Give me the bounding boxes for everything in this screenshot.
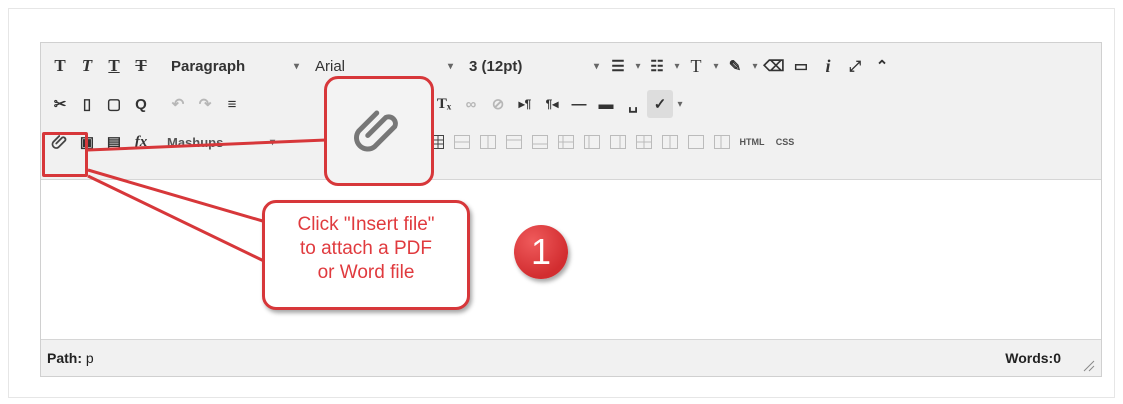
mashups-label: Mashups [167, 134, 224, 150]
eraser-icon[interactable]: ⌫ [761, 52, 787, 80]
path-label: Path: [47, 350, 82, 366]
insert-media-icon[interactable]: ▤ [101, 128, 127, 156]
font-size-select[interactable]: 3 (12pt) ▾ [463, 52, 605, 80]
subscript-icon[interactable]: Tₓ [431, 90, 457, 118]
resize-grip-icon[interactable] [1081, 358, 1095, 372]
toolbar-row-1: T T T T Paragraph ▾ Arial ▾ 3 (12pt) ▾ ☰… [47, 49, 896, 83]
redo-icon[interactable]: ↷ [192, 90, 218, 118]
spellcheck-icon: ✓ [647, 90, 673, 118]
italic-icon[interactable]: T [74, 52, 100, 80]
path-value[interactable]: p [86, 350, 94, 366]
copy-icon[interactable]: ▯ [74, 90, 100, 118]
chevron-down-icon[interactable]: ▾ [749, 61, 761, 72]
text-editor: T T T T Paragraph ▾ Arial ▾ 3 (12pt) ▾ ☰… [40, 42, 1102, 377]
rtl-icon[interactable]: ¶◂ [539, 90, 565, 118]
cut-icon[interactable]: ✂ [47, 90, 73, 118]
insert-row-after-icon[interactable] [529, 131, 551, 153]
editor-content-area[interactable] [41, 180, 1101, 340]
link-icon[interactable]: ∞ [458, 90, 484, 118]
html-source-button[interactable]: HTML [735, 128, 769, 156]
bullet-list-button[interactable]: ☰ ▾ [605, 52, 644, 80]
unlink-icon[interactable]: ⊘ [485, 90, 511, 118]
insert-col-before-icon[interactable] [581, 131, 603, 153]
text-color-button[interactable]: T ▾ [683, 52, 722, 80]
split-cells-icon[interactable] [659, 131, 681, 153]
fullscreen-icon[interactable]: ⤢ [842, 52, 868, 80]
underline-icon[interactable]: T [101, 52, 127, 80]
font-family-value: Arial [315, 57, 346, 75]
chevron-down-icon: ▾ [447, 60, 453, 72]
spellcheck-button[interactable]: ✓ ▾ [647, 90, 686, 118]
numbered-list-icon: ☷ [650, 58, 664, 75]
highlight-color-button[interactable]: ✎ ▾ [722, 52, 761, 80]
chevron-down-icon: ▾ [593, 60, 599, 72]
step-number-badge: 1 [514, 225, 568, 279]
highlighter-icon: ✎ [728, 58, 742, 75]
visual-aid-icon[interactable] [711, 131, 733, 153]
table-row-props-icon[interactable] [451, 131, 473, 153]
instruction-callout: Click "Insert file" to attach a PDF or W… [262, 200, 470, 310]
chevron-down-icon: ▾ [293, 60, 299, 72]
insert-col-after-icon[interactable] [607, 131, 629, 153]
css-button[interactable]: CSS [770, 128, 800, 156]
chevron-down-icon[interactable]: ▾ [710, 61, 722, 72]
delete-row-icon[interactable] [555, 131, 577, 153]
paste-icon[interactable]: ▢ [101, 90, 127, 118]
align-left-icon[interactable]: ≡ [219, 90, 245, 118]
thick-rule-icon[interactable]: ▬ [593, 90, 619, 118]
delete-col-icon[interactable] [633, 131, 655, 153]
css-label: CSS [775, 137, 795, 147]
insert-row-before-icon[interactable] [503, 131, 525, 153]
word-count: Words:0 [1005, 350, 1061, 366]
chevron-down-icon[interactable]: ▾ [671, 61, 683, 72]
horizontal-rule-icon[interactable]: — [566, 90, 592, 118]
math-equation-icon[interactable]: fx [128, 128, 154, 156]
numbered-list-button[interactable]: ☷ ▾ [644, 52, 683, 80]
nonbreaking-space-icon[interactable]: ␣ [620, 90, 646, 118]
font-size-value: 3 (12pt) [469, 57, 523, 75]
bullet-list-icon: ☰ [611, 58, 625, 75]
callout-line-3: or Word file [317, 262, 415, 283]
text-color-icon: T [690, 55, 702, 76]
paragraph-format-select[interactable]: Paragraph ▾ [165, 52, 305, 80]
editor-status-bar: Path: p Words:0 [41, 339, 1101, 376]
chevron-down-icon[interactable]: ▾ [632, 61, 644, 72]
callout-line-2: to attach a PDF [299, 238, 432, 259]
info-icon[interactable]: i [815, 52, 841, 80]
preview-icon[interactable]: ▭ [788, 52, 814, 80]
bold-icon[interactable]: T [47, 52, 73, 80]
insert-file-highlight [42, 132, 88, 177]
undo-icon[interactable]: ↶ [165, 90, 191, 118]
collapse-toolbar-icon[interactable]: ⌃ [869, 52, 895, 80]
ltr-icon[interactable]: ▸¶ [512, 90, 538, 118]
insert-file-zoom [324, 76, 434, 186]
paragraph-format-value: Paragraph [171, 57, 246, 75]
html-label: HTML [739, 137, 765, 147]
strikethrough-icon[interactable]: T [128, 52, 154, 80]
table-cell-props-icon[interactable] [477, 131, 499, 153]
merge-cells-icon[interactable] [685, 131, 707, 153]
editor-toolbar: T T T T Paragraph ▾ Arial ▾ 3 (12pt) ▾ ☰… [41, 43, 1101, 180]
path-indicator: Path: p [47, 350, 94, 366]
mashups-select[interactable]: Mashups ▾ [161, 128, 281, 156]
callout-line-1: Click "Insert file" [297, 214, 435, 235]
paperclip-icon [354, 110, 398, 152]
chevron-down-icon: ▾ [269, 136, 275, 148]
find-icon[interactable]: Q [128, 90, 154, 118]
chevron-down-icon[interactable]: ▾ [674, 99, 686, 110]
